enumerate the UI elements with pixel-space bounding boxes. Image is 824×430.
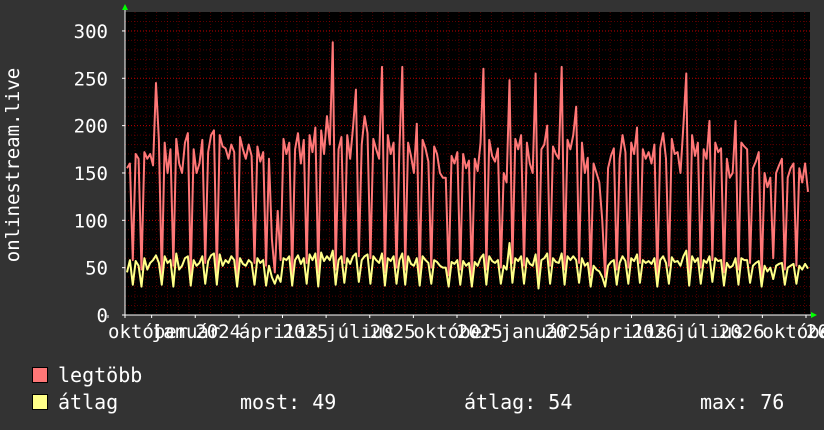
y-tick-labels: 0 50 100 150 200 250 300 [74,21,108,327]
legend-swatch-avg [32,394,48,410]
y-axis-label: onlinestream.live [2,68,24,262]
y-tick-label: 150 [74,163,108,185]
legend-label-avg: átlag [58,390,119,414]
y-tick-label: 0 [97,305,108,327]
x-tick-label: 2025 [283,321,329,343]
chart: 0 50 100 150 200 250 300 októberjanuár2024ápri… [2,4,824,343]
legend-label-max: legtöbb [58,363,143,387]
x-tick-label: 2025 [370,321,416,343]
x-tick-label: 20 [806,321,824,343]
x-tick-label: 2026 [719,321,765,343]
x-tick-label: 2025 [544,321,590,343]
x-tick-label: 2026 [632,321,678,343]
stat-now: most: 49 [240,390,337,414]
legend: legtöbb átlag most: 49 átlag: 54 max: 76 [32,362,812,416]
y-axis-arrow [122,4,128,10]
y-tick-label: 300 [74,21,108,43]
stat-average: átlag: 54 [464,390,573,414]
y-tick-label: 50 [85,258,108,280]
legend-swatch-max [32,367,48,383]
x-axis-arrow [811,312,817,318]
legend-item-max: legtöbb [32,362,812,389]
x-tick-label: 2024 [195,321,241,343]
x-tick-labels: októberjanuár2024április2025július2025ok… [108,321,824,343]
y-tick-label: 250 [74,68,108,90]
legend-item-avg: átlag most: 49 átlag: 54 max: 76 [32,389,812,416]
x-tick-label: 2025 [457,321,503,343]
stat-max: max: 76 [700,390,785,414]
y-tick-label: 200 [74,116,108,138]
y-tick-label: 100 [74,210,108,232]
